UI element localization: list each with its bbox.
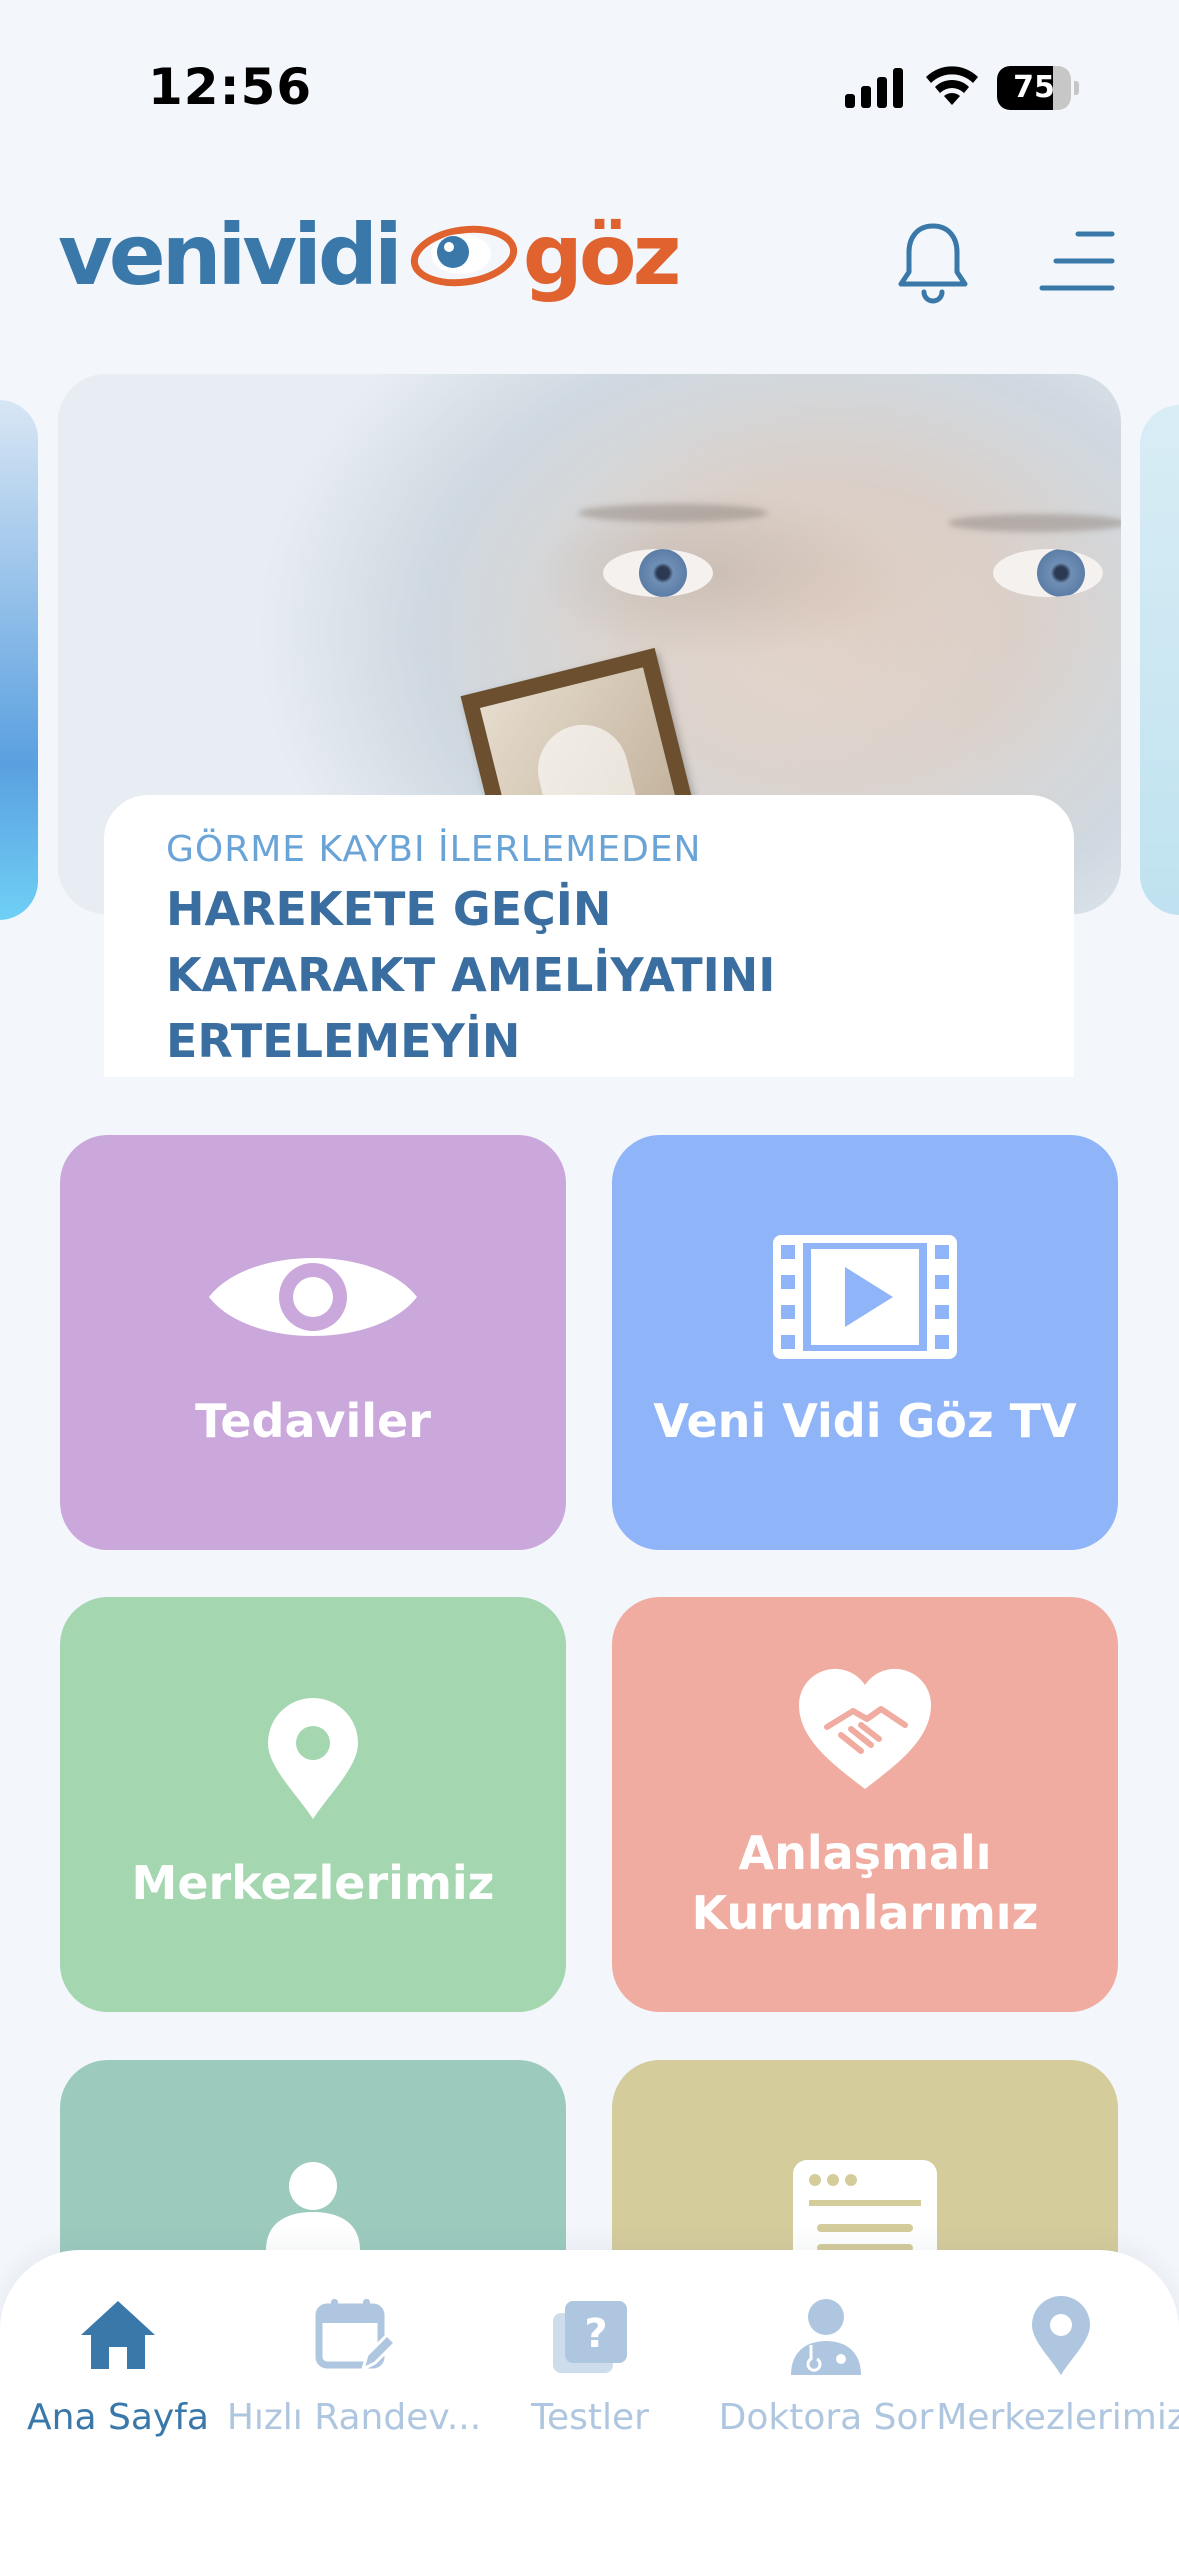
status-bar: 12:56 75 — [0, 0, 1179, 170]
tab-label: Ana Sayfa — [27, 2397, 209, 2438]
banner-caption-card[interactable]: GÖRME KAYBI İLERLEMEDEN HAREKETE GEÇİN K… — [104, 795, 1074, 1077]
banner-title-line: KATARAKT AMELİYATINI — [166, 948, 776, 1002]
calendar-edit-icon — [315, 2299, 395, 2372]
tile-label: Merkezlerimiz — [131, 1855, 495, 1910]
svg-text:?: ? — [584, 2311, 607, 2357]
doctor-icon — [791, 2299, 861, 2375]
banner-title-line: HAREKETE GEÇİN — [166, 882, 612, 936]
map-pin-icon — [1032, 2296, 1090, 2375]
logo-text-venividi: venividi — [58, 206, 403, 304]
tab-doktora-sor[interactable]: Doktora Sor — [708, 2295, 944, 2438]
map-pin-icon — [268, 1697, 358, 1819]
cellular-signal-icon — [845, 68, 903, 108]
venividi-goz-logo[interactable]: venividi göz — [58, 200, 682, 310]
handshake-heart-icon — [798, 1668, 932, 1789]
tile-label: Veni Vidi Göz TV — [653, 1393, 1077, 1448]
bell-icon[interactable] — [895, 220, 971, 304]
eye-icon — [209, 1257, 417, 1336]
menu-icon[interactable] — [1038, 228, 1116, 294]
browser-window-icon — [793, 2160, 937, 2260]
tile-label: Tedaviler — [195, 1393, 431, 1448]
carousel-prev-slide[interactable] — [0, 400, 38, 920]
tab-label: Merkezlerimiz — [936, 2397, 1179, 2438]
tile-merkezlerimiz[interactable]: Merkezlerimiz — [60, 1597, 566, 2012]
tile-label-line: Anlaşmalı — [738, 1825, 992, 1880]
battery-level: 75 — [1013, 70, 1055, 105]
status-time: 12:56 — [148, 58, 313, 116]
banner-title: HAREKETE GEÇİN KATARAKT AMELİYATINI ERTE… — [166, 876, 1012, 1074]
wifi-icon — [926, 66, 978, 105]
tab-hizli-randevu[interactable]: Hızlı Randev... — [227, 2295, 481, 2438]
tile-veni-vidi-goz-tv[interactable]: Veni Vidi Göz TV — [612, 1135, 1118, 1550]
question-cards-icon: ? — [553, 2301, 627, 2373]
logo-text-goz: göz — [522, 206, 682, 304]
tile-anlasmali-kurumlarimiz[interactable]: Anlaşmalı Kurumlarımız — [612, 1597, 1118, 2012]
doctor-icon — [266, 2162, 360, 2250]
battery-icon: 75 — [997, 66, 1079, 110]
tab-label: Hızlı Randev... — [226, 2397, 482, 2438]
tab-label: Testler — [531, 2397, 649, 2438]
tile-label-line: Kurumlarımız — [691, 1885, 1039, 1940]
film-play-icon — [773, 1234, 957, 1359]
tab-ana-sayfa[interactable]: Ana Sayfa — [0, 2295, 236, 2438]
tab-label: Doktora Sor — [718, 2397, 934, 2438]
home-icon — [81, 2301, 155, 2369]
tile-tedaviler[interactable]: Tedaviler — [60, 1135, 566, 1550]
logo-eye-icon — [410, 225, 517, 287]
tab-testler[interactable]: ? Testler — [472, 2295, 708, 2438]
banner-subtitle: GÖRME KAYBI İLERLEMEDEN — [166, 829, 702, 870]
tile-label: Anlaşmalı Kurumlarımız — [692, 1823, 1039, 1943]
home-screen: 12:56 75 venividi göz GÖRME KAYBI İLERLE… — [0, 0, 1179, 2556]
tab-merkezlerimiz[interactable]: Merkezlerimiz — [936, 2295, 1179, 2438]
banner-title-line: ERTELEMEYİN — [166, 1014, 521, 1068]
carousel-next-slide[interactable] — [1140, 405, 1179, 915]
